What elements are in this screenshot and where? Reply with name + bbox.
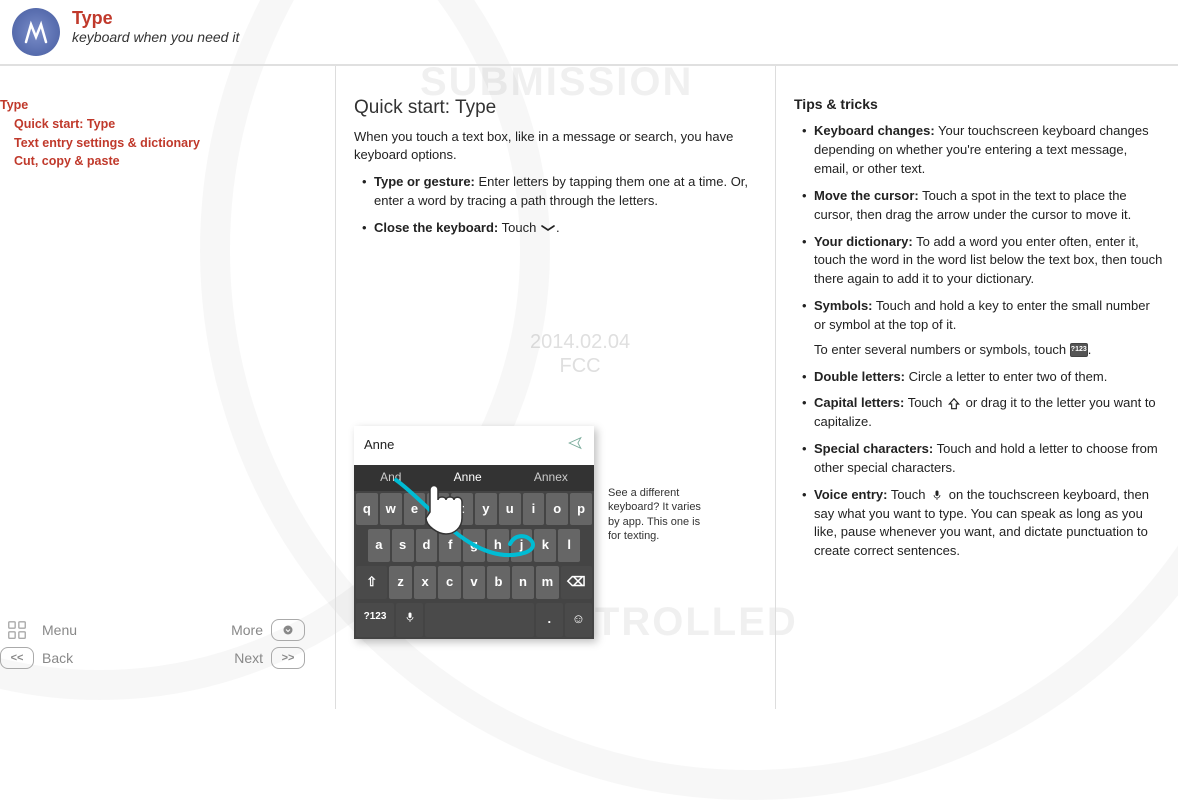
suggestion-row: And Anne Annex xyxy=(354,465,594,490)
kb-input-value: Anne xyxy=(364,436,394,455)
motorola-logo xyxy=(12,8,60,56)
key-o: o xyxy=(546,493,568,526)
footer-nav: Menu More << Back Next >> xyxy=(0,613,325,699)
mic-icon xyxy=(929,488,945,502)
key-row-4: ?123 . ☺ xyxy=(354,601,594,639)
key-u: u xyxy=(499,493,521,526)
key-n: n xyxy=(512,566,534,599)
more-label[interactable]: More xyxy=(231,622,263,638)
sidebar: Type Quick start: Type Text entry settin… xyxy=(0,66,335,709)
key-h: h xyxy=(487,529,509,562)
key-l: l xyxy=(558,529,580,562)
key-t: t xyxy=(451,493,473,526)
menu-label[interactable]: Menu xyxy=(42,622,77,638)
key-g: g xyxy=(463,529,485,562)
tip-double-letters: Double letters: Circle a letter to enter… xyxy=(804,368,1164,387)
tip-keyboard-changes: Keyboard changes: Your touchscreen keybo… xyxy=(804,122,1164,179)
sugg-1: And xyxy=(380,469,401,486)
shift-icon xyxy=(946,397,962,411)
tip-dictionary: Your dictionary: To add a word you enter… xyxy=(804,233,1164,290)
key-row-1: q w e r t y u i o p xyxy=(354,491,594,528)
symbols-key-icon: ?123 xyxy=(1070,343,1088,357)
next-label[interactable]: Next xyxy=(234,650,263,666)
tip-voice-entry: Voice entry: Touch on the touchscreen ke… xyxy=(804,486,1164,561)
key-f: f xyxy=(439,529,461,562)
kb-caption: See a different keyboard? It varies by a… xyxy=(608,486,713,543)
key-z: z xyxy=(389,566,411,599)
key-x: x xyxy=(414,566,436,599)
key-j: j xyxy=(511,529,533,562)
key-m: m xyxy=(536,566,558,599)
key-space xyxy=(425,603,534,637)
key-q: q xyxy=(356,493,378,526)
tips-heading: Tips & tricks xyxy=(794,94,1164,114)
nav-item-cutcopy[interactable]: Cut, copy & paste xyxy=(0,152,325,171)
menu-icon[interactable] xyxy=(0,619,34,641)
key-period: . xyxy=(536,603,563,637)
next-button[interactable]: >> xyxy=(271,647,305,669)
key-v: v xyxy=(463,566,485,599)
page-title: Type xyxy=(72,8,239,29)
tip-symbols: Symbols: Touch and hold a key to enter t… xyxy=(804,297,1164,360)
back-label[interactable]: Back xyxy=(42,650,73,666)
page-subtitle: keyboard when you need it xyxy=(72,29,239,45)
key-d: d xyxy=(416,529,438,562)
tip-move-cursor: Move the cursor: Touch a spot in the tex… xyxy=(804,187,1164,225)
nav-item-quickstart[interactable]: Quick start: Type xyxy=(0,115,325,134)
page-header: Type keyboard when you need it xyxy=(0,0,1178,66)
more-button[interactable] xyxy=(271,619,305,641)
key-i: i xyxy=(523,493,545,526)
key-symbols: ?123 xyxy=(356,603,394,637)
keyboard-illustration: Anne And Anne Annex q w e r xyxy=(354,426,594,639)
key-b: b xyxy=(487,566,509,599)
col1-intro: When you touch a text box, like in a mes… xyxy=(354,128,761,166)
column-tips: Tips & tricks Keyboard changes: Your tou… xyxy=(776,66,1178,709)
nav-item-textentry[interactable]: Text entry settings & dictionary xyxy=(0,134,325,153)
bullet-type-gesture: Type or gesture: Enter letters by tappin… xyxy=(364,173,761,211)
nav-list: Type Quick start: Type Text entry settin… xyxy=(0,96,325,171)
key-emoji: ☺ xyxy=(565,603,592,637)
chevron-down-icon xyxy=(540,221,556,235)
col1-heading: Quick start: Type xyxy=(354,94,761,122)
back-button[interactable]: << xyxy=(0,647,34,669)
key-p: p xyxy=(570,493,592,526)
key-k: k xyxy=(534,529,556,562)
nav-heading[interactable]: Type xyxy=(0,96,325,115)
sugg-3: Annex xyxy=(534,469,568,486)
key-a: a xyxy=(368,529,390,562)
tip-special-chars: Special characters: Touch and hold a let… xyxy=(804,440,1164,478)
kb-input-row: Anne xyxy=(354,426,594,465)
send-icon xyxy=(566,434,584,457)
key-delete: ⌫ xyxy=(561,566,592,599)
bullet-close-keyboard: Close the keyboard: Touch . xyxy=(364,219,761,238)
key-c: c xyxy=(438,566,460,599)
key-y: y xyxy=(475,493,497,526)
tip-capital-letters: Capital letters: Touch or drag it to the… xyxy=(804,394,1164,432)
sugg-2: Anne xyxy=(454,469,482,486)
key-s: s xyxy=(392,529,414,562)
key-r: r xyxy=(427,493,449,526)
key-w: w xyxy=(380,493,402,526)
key-e: e xyxy=(404,493,426,526)
key-shift: ⇧ xyxy=(356,566,387,599)
key-row-2: a s d f g h j k l xyxy=(354,527,594,564)
key-mic xyxy=(396,603,423,637)
column-quickstart: Quick start: Type When you touch a text … xyxy=(336,66,776,709)
key-row-3: ⇧ z x c v b n m ⌫ xyxy=(354,564,594,601)
